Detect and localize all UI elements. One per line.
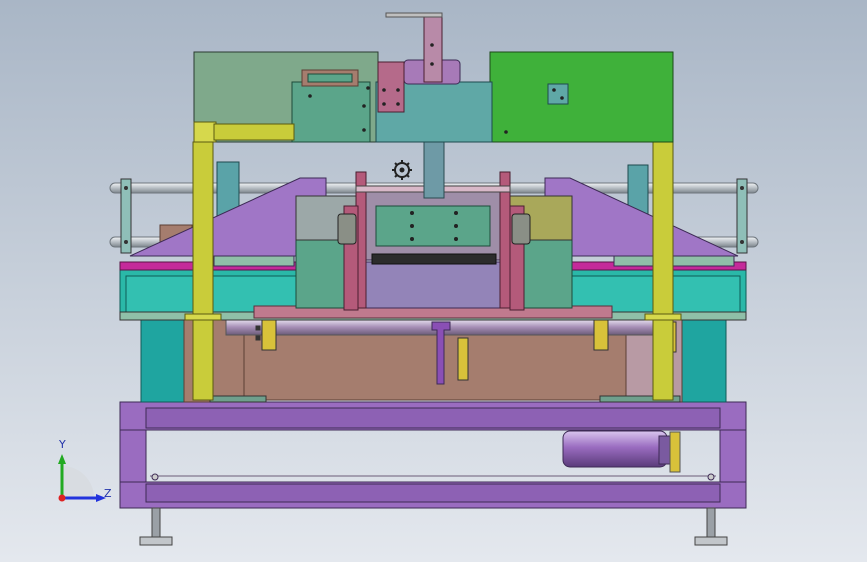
gear-symbol: [392, 160, 412, 180]
vertical-shaft: [423, 141, 445, 199]
x-axis-dot: [58, 494, 66, 502]
top-box-right: [489, 51, 674, 143]
drive-motor: [562, 430, 681, 473]
machine-assembly-front-view: Y Z: [0, 0, 867, 562]
sprocket-center: [457, 337, 469, 381]
cad-viewport[interactable]: Y Z: [0, 0, 867, 562]
gear-housing: [239, 329, 629, 401]
y-axis-label: Y: [58, 438, 66, 451]
z-axis-label: Z: [104, 487, 112, 500]
middle-body: [140, 317, 727, 403]
